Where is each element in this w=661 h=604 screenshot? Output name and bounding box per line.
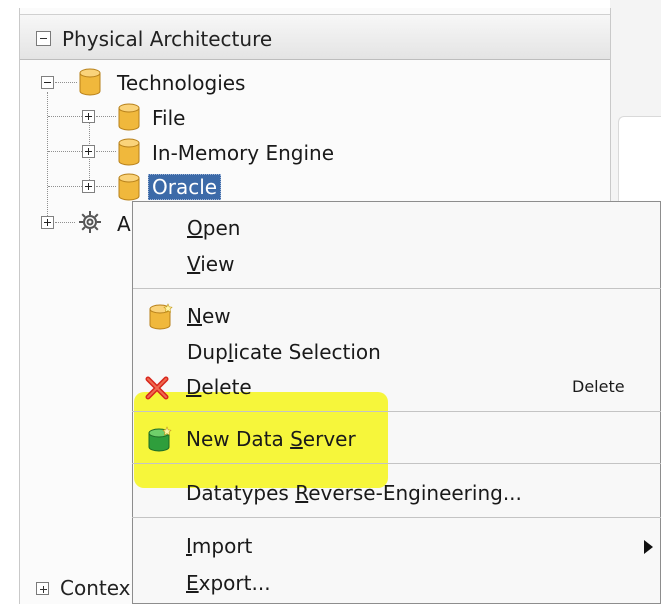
collapse-icon[interactable] — [36, 31, 51, 46]
tree-connector — [48, 186, 84, 187]
menu-label-datatypes: Datatypes Reverse-Engineering... — [186, 481, 522, 505]
collapse-node-icon[interactable] — [41, 76, 54, 89]
menu-item-import[interactable]: Import — [132, 530, 661, 564]
menu-label-view: View — [187, 252, 235, 276]
gear-icon — [79, 211, 101, 233]
tree-node-agents-partial[interactable]: A — [117, 212, 131, 236]
menu-label-import: Import — [186, 534, 253, 558]
tree-node-in-memory-engine[interactable]: In-Memory Engine — [152, 141, 334, 165]
expand-context-icon[interactable] — [36, 582, 49, 595]
menu-label-export: Export... — [186, 571, 271, 595]
tree-node-oracle-selected[interactable]: Oracle — [148, 174, 222, 200]
panel-header[interactable]: Physical Architecture — [20, 14, 610, 60]
tree-connector — [96, 116, 116, 117]
expand-agents-icon[interactable] — [41, 216, 54, 229]
tree-connector — [55, 82, 77, 83]
editor-tab-edge — [618, 116, 661, 208]
new-data-server-icon — [148, 426, 172, 452]
context-section-label[interactable]: Contex — [60, 576, 131, 600]
expand-file-icon[interactable] — [82, 110, 95, 123]
oracle-technology-icon — [118, 173, 140, 201]
menu-separator — [133, 288, 661, 289]
menu-label-delete: Delete — [186, 375, 252, 399]
tree-connector — [48, 151, 84, 152]
menu-shortcut-delete: Delete — [572, 377, 625, 396]
menu-label-open: Open — [187, 216, 241, 240]
menu-item-open[interactable]: Open — [133, 212, 661, 246]
menu-item-export[interactable]: Export... — [132, 567, 661, 601]
menu-item-new[interactable]: New — [133, 300, 661, 334]
menu-item-view[interactable]: View — [133, 248, 661, 282]
menu-item-datatypes-reverse-engineering[interactable]: Datatypes Reverse-Engineering... — [132, 477, 661, 511]
expand-in-memory-engine-icon[interactable] — [82, 145, 95, 158]
submenu-arrow-icon — [644, 540, 653, 554]
tree-node-technologies[interactable]: Technologies — [117, 71, 245, 95]
tree-node-file[interactable]: File — [152, 106, 185, 130]
menu-label-new-data-server: New Data Server — [186, 427, 356, 451]
tree-connector — [48, 116, 84, 117]
technologies-folder-icon — [79, 68, 101, 96]
tree-guide-line — [47, 92, 48, 222]
menu-item-duplicate-selection[interactable]: Duplicate Selection — [133, 336, 661, 370]
expand-oracle-icon[interactable] — [82, 180, 95, 193]
panel-title: Physical Architecture — [62, 27, 273, 51]
tree-connector — [96, 186, 116, 187]
tree-connector — [96, 151, 116, 152]
tree-connector — [55, 222, 75, 223]
menu-item-delete[interactable]: Delete Delete — [132, 371, 661, 405]
menu-item-new-data-server[interactable]: New Data Server — [132, 423, 661, 457]
in-memory-engine-icon — [118, 138, 140, 166]
menu-label-duplicate-selection: Duplicate Selection — [187, 340, 381, 364]
delete-x-icon — [145, 376, 169, 400]
file-technology-icon — [118, 103, 140, 131]
new-icon — [149, 303, 173, 330]
menu-label-new: New — [187, 304, 231, 328]
